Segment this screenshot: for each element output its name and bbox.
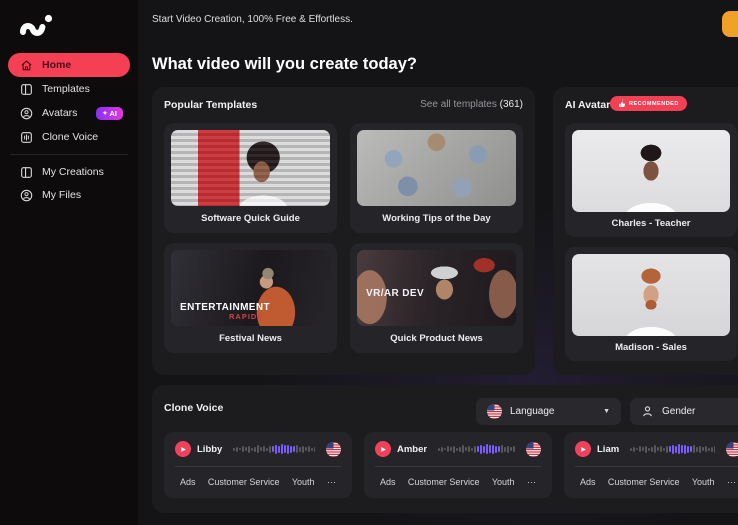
us-flag-icon — [487, 404, 502, 419]
template-title: Working Tips of the Day — [350, 213, 523, 224]
see-all-templates-link[interactable]: See all templates (361) — [420, 99, 523, 110]
sidebar-item-label: My Files — [42, 189, 81, 201]
popular-templates-title: Popular Templates — [164, 99, 257, 111]
page-title: What video will you create today? — [152, 55, 417, 74]
play-button[interactable]: ▶ — [175, 441, 191, 457]
sparkle-icon: ✦ — [102, 110, 107, 117]
more-tags-button[interactable]: ··· — [527, 477, 536, 487]
topbar-message: Start Video Creation, 100% Free & Effort… — [152, 14, 353, 25]
voice-name: Liam — [597, 444, 619, 455]
cta-button[interactable] — [722, 11, 738, 37]
template-title: Software Quick Guide — [164, 213, 337, 224]
home-icon — [20, 59, 33, 72]
waveform — [233, 442, 315, 456]
recommended-badge: RECOMMENDED — [610, 96, 687, 111]
sidebar-item-home[interactable]: Home — [8, 53, 130, 77]
sidebar-item-templates[interactable]: Templates — [8, 78, 130, 100]
thumbnail-overlay-text: VR/AR DEV — [366, 288, 424, 299]
template-card[interactable]: VR/AR DEV Quick Product News — [350, 243, 523, 353]
voice-card: ▶ Libby Ads Customer Service Youth ··· — [164, 432, 352, 498]
voice-tag[interactable]: Ads — [380, 477, 396, 487]
avatar-photo — [572, 254, 730, 336]
voice-tag[interactable]: Youth — [292, 477, 315, 487]
clone-voice-panel: Clone Voice Language ▼ Gender ▶ Libby Ad… — [152, 385, 738, 513]
templates-count: (361) — [500, 99, 523, 110]
voice-card: ▶ Liam Ads Customer Service Youth ··· — [564, 432, 738, 498]
more-tags-button[interactable]: ··· — [327, 477, 336, 487]
template-thumbnail — [357, 130, 516, 206]
voice-name: Amber — [397, 444, 427, 455]
template-card[interactable]: Working Tips of the Day — [350, 123, 523, 233]
voice-tag[interactable]: Customer Service — [208, 477, 280, 487]
play-button[interactable]: ▶ — [375, 441, 391, 457]
popular-templates-panel: Popular Templates See all templates (361… — [152, 87, 535, 375]
sidebar-divider — [10, 154, 128, 155]
sidebar-item-my-files[interactable]: My Files — [8, 184, 130, 206]
voice-tag[interactable]: Youth — [492, 477, 515, 487]
voice-tag[interactable]: Ads — [580, 477, 596, 487]
sidebar-item-clone-voice[interactable]: Clone Voice — [8, 126, 130, 148]
thumbs-up-icon — [618, 99, 626, 108]
us-flag-icon — [726, 442, 738, 457]
template-thumbnail: VR/AR DEV — [357, 250, 516, 326]
avatar-name: Madison - Sales — [565, 342, 737, 353]
template-card[interactable]: ENTERTAINMENT RAPIDE Festival News — [164, 243, 337, 353]
avatar-name: Charles - Teacher — [565, 218, 737, 229]
voice-tag[interactable]: Youth — [692, 477, 715, 487]
avatar-card[interactable]: Madison - Sales — [565, 247, 737, 361]
more-tags-button[interactable]: ··· — [727, 477, 736, 487]
sidebar-item-label: Clone Voice — [42, 131, 98, 143]
waveform — [630, 442, 715, 456]
voice-tag[interactable]: Customer Service — [408, 477, 480, 487]
play-button[interactable]: ▶ — [575, 441, 591, 457]
sidebar-item-avatars[interactable]: Avatars ✦AI — [8, 102, 130, 124]
person-icon — [641, 405, 654, 418]
waveform — [438, 442, 515, 456]
gender-dropdown[interactable]: Gender — [630, 398, 738, 425]
sidebar: Home Templates Avatars ✦AI Clone Voice M… — [0, 0, 138, 525]
templates-icon — [20, 83, 33, 96]
template-title: Festival News — [164, 333, 337, 344]
app-logo[interactable] — [17, 11, 55, 41]
sidebar-item-label: Avatars — [42, 107, 77, 119]
ai-avatars-panel: AI Avatars RECOMMENDED Charles - Teacher… — [553, 87, 738, 375]
template-card[interactable]: Software Quick Guide — [164, 123, 337, 233]
ai-avatars-title: AI Avatars — [565, 99, 616, 111]
voice-tag[interactable]: Customer Service — [608, 477, 680, 487]
clone-voice-title: Clone Voice — [164, 402, 223, 414]
us-flag-icon — [526, 442, 541, 457]
voice-tag[interactable]: Ads — [180, 477, 196, 487]
language-dropdown[interactable]: Language ▼ — [476, 398, 621, 425]
my-files-icon — [20, 189, 33, 202]
sidebar-item-label: Templates — [42, 83, 90, 95]
clone-voice-icon — [20, 131, 33, 144]
sidebar-item-label: My Creations — [42, 166, 104, 178]
us-flag-icon — [326, 442, 341, 457]
template-thumbnail: ENTERTAINMENT RAPIDE — [171, 250, 330, 326]
avatars-icon — [20, 107, 33, 120]
voice-card: ▶ Amber Ads Customer Service Youth ··· — [364, 432, 552, 498]
ai-badge: ✦AI — [96, 107, 123, 120]
app-window: Home Templates Avatars ✦AI Clone Voice M… — [0, 0, 738, 525]
thumbnail-overlay-subtext: RAPIDE — [229, 312, 263, 321]
template-title: Quick Product News — [350, 333, 523, 344]
template-thumbnail — [171, 130, 330, 206]
chevron-down-icon: ▼ — [603, 408, 610, 415]
avatar-photo — [572, 130, 730, 212]
sidebar-item-my-creations[interactable]: My Creations — [8, 161, 130, 183]
gender-dropdown-label: Gender — [662, 406, 695, 417]
avatar-card[interactable]: Charles - Teacher — [565, 123, 737, 237]
voice-name: Libby — [197, 444, 222, 455]
sidebar-item-label: Home — [42, 59, 71, 71]
my-creations-icon — [20, 166, 33, 179]
language-dropdown-label: Language — [510, 406, 555, 417]
